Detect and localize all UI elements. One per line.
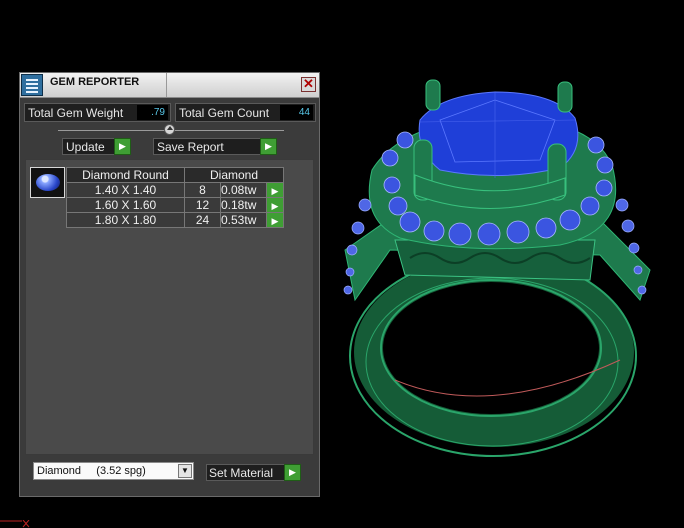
gem-weight: 0.08tw	[220, 182, 267, 198]
total-gem-count-field: Total Gem Count 44	[175, 103, 316, 122]
title-bar[interactable]: GEM REPORTER ✕	[20, 73, 319, 98]
gem-weight: 0.18tw	[220, 197, 267, 213]
gem-count: 8	[184, 182, 221, 198]
row-go-button[interactable]: ▶	[266, 212, 284, 228]
gem-count: 12	[184, 197, 221, 213]
gem-weight: 0.53tw	[220, 212, 267, 228]
row-arrow-icon: ▶	[271, 201, 279, 211]
row-go-button[interactable]: ▶	[266, 197, 284, 213]
update-go-icon: ▶	[114, 138, 131, 155]
total-gem-count-label: Total Gem Count	[179, 106, 270, 120]
axis-indicator-icon	[0, 520, 30, 528]
update-button-label: Update	[66, 140, 105, 154]
total-gem-weight-value: .79	[137, 105, 168, 120]
close-button[interactable]: ✕	[301, 77, 316, 92]
panel-title: GEM REPORTER	[50, 76, 140, 88]
row-arrow-icon: ▶	[271, 186, 279, 196]
gem-thumbnail[interactable]	[30, 167, 65, 198]
update-button[interactable]: Update ▶	[62, 138, 131, 155]
set-material-button-label: Set Material	[209, 466, 274, 480]
table-row[interactable]: 1.40 X 1.40 8 0.08tw ▶	[66, 182, 284, 198]
gem-size: 1.40 X 1.40	[66, 182, 185, 198]
gem-reporter-app-icon	[21, 74, 43, 96]
row-go-button[interactable]: ▶	[266, 182, 284, 198]
table-row[interactable]: 1.60 X 1.60 12 0.18tw ▶	[66, 197, 284, 213]
gem-size: 1.80 X 1.80	[66, 212, 185, 228]
column-header-material: Diamond	[184, 167, 284, 183]
gem-count: 24	[184, 212, 221, 228]
gem-list-area: Diamond Round Diamond 1.40 X 1.40 8 0.08…	[25, 159, 314, 455]
table-row[interactable]: 1.80 X 1.80 24 0.53tw ▶	[66, 212, 284, 228]
total-gem-weight-field: Total Gem Weight .79	[24, 103, 171, 122]
save-report-button[interactable]: Save Report ▶	[153, 138, 277, 155]
slider-handle[interactable]	[164, 124, 175, 135]
row-arrow-icon: ▶	[271, 216, 279, 226]
save-report-go-icon: ▶	[260, 138, 277, 155]
gem-reporter-panel: GEM REPORTER ✕ Total Gem Weight .79 Tota…	[19, 72, 320, 497]
gem-size: 1.60 X 1.60	[66, 197, 185, 213]
set-material-go-icon: ▶	[284, 464, 301, 481]
material-select[interactable]: Diamond (3.52 spg) ▼	[33, 462, 194, 480]
gem-table: Diamond Round Diamond 1.40 X 1.40 8 0.08…	[66, 167, 284, 228]
total-gem-count-value: 44	[280, 105, 313, 120]
title-divider	[166, 73, 167, 97]
set-material-button[interactable]: Set Material ▶	[206, 464, 301, 481]
chevron-down-icon[interactable]: ▼	[178, 464, 192, 478]
total-gem-weight-label: Total Gem Weight	[28, 106, 124, 120]
save-report-button-label: Save Report	[157, 140, 224, 154]
oval-gem-icon	[36, 174, 60, 191]
column-header-shape: Diamond Round	[66, 167, 185, 183]
material-selected-value: Diamond (3.52 spg)	[37, 465, 146, 477]
